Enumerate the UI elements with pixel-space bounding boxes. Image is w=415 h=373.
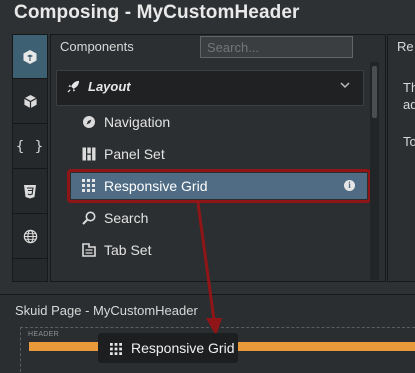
grid-icon xyxy=(110,342,122,360)
drag-arrow-annotation xyxy=(196,202,222,336)
dragged-component-label: Responsive Grid xyxy=(131,340,235,356)
